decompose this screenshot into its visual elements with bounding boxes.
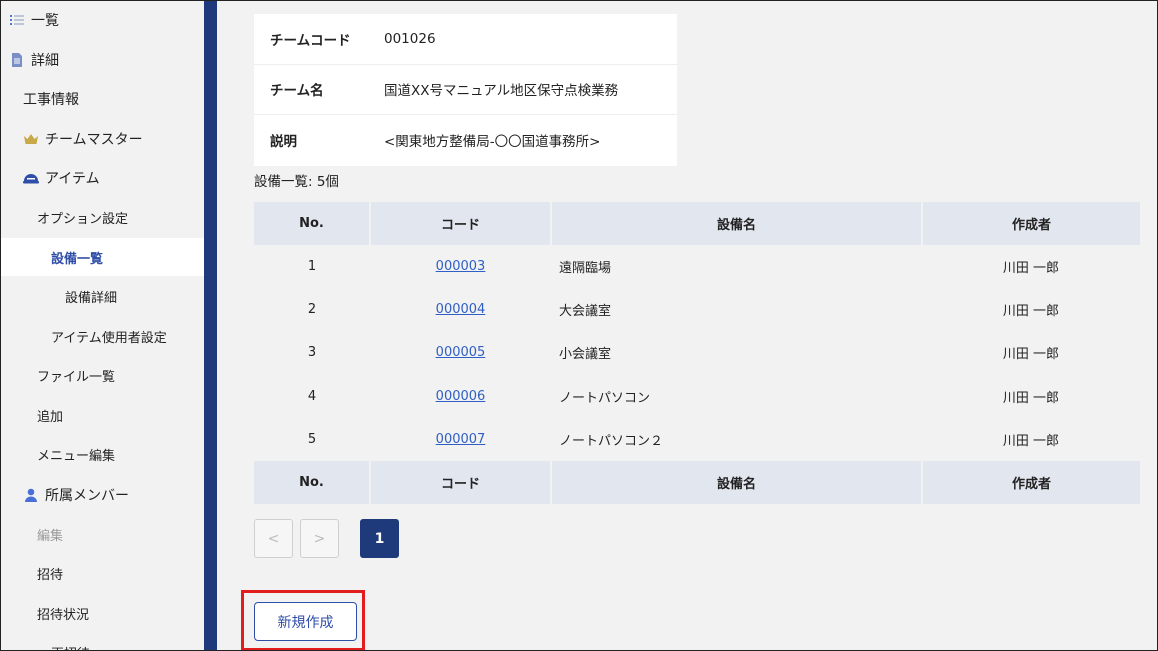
sidebar-item-label: 再招待 (51, 643, 90, 651)
team-desc-row: 説明 <関東地方整備局-〇〇国道事務所> (254, 115, 677, 166)
column-header-author[interactable]: 作成者 (922, 202, 1140, 245)
table-row: 1 000003 遠隔臨場 川田 一郎 (254, 245, 1140, 288)
sidebar-item-detail[interactable]: 詳細 (0, 41, 204, 79)
team-desc-label: 説明 (270, 134, 297, 151)
cell-author: 川田 一郎 (1002, 390, 1060, 406)
equipment-code-link[interactable]: 000003 (436, 259, 486, 274)
column-header-name[interactable]: 設備名 (551, 202, 923, 245)
cell-name: 小会議室 (559, 347, 612, 363)
cell-author: 川田 一郎 (1002, 433, 1060, 449)
cell-author: 川田 一郎 (1002, 304, 1060, 320)
user-icon (23, 487, 39, 503)
equipment-table: No. コード 設備名 作成者 1 000003 遠隔臨場 川田 一郎 2 00… (254, 202, 1140, 504)
cell-code: 000004 (370, 288, 551, 331)
team-code-label: チームコード (270, 32, 351, 49)
equipment-count: 設備一覧: 5個 (254, 174, 339, 190)
sidebar-item-label: 招待 (37, 567, 64, 583)
equipment-code-link[interactable]: 000004 (436, 302, 486, 317)
sidebar-item-label: メニュー編集 (37, 448, 116, 464)
column-footer-no: No. (254, 460, 371, 504)
sidebar-item-equipment-detail[interactable]: 設備詳細 (0, 277, 204, 315)
cell-no: 2 (307, 302, 317, 318)
cell-author: 川田 一郎 (1002, 261, 1060, 277)
sidebar-item-item-user-settings[interactable]: アイテム使用者設定 (0, 317, 204, 355)
table-header-row: No. コード 設備名 作成者 (254, 202, 1140, 245)
sidebar-item-option-settings[interactable]: オプション設定 (0, 198, 204, 236)
sidebar-item-members[interactable]: 所属メンバー (0, 476, 204, 514)
team-code-row: チームコード 001026 (254, 14, 677, 65)
cell-code: 000006 (370, 375, 551, 418)
document-icon (9, 52, 25, 68)
cell-code: 000005 (370, 331, 551, 374)
sidebar-item-edit[interactable]: 編集 (0, 515, 204, 553)
sidebar-item-list[interactable]: 一覧 (0, 1, 204, 39)
crown-icon (23, 131, 39, 147)
page-1-button[interactable]: 1 (360, 519, 399, 558)
sidebar-item-team-master[interactable]: チームマスター (0, 120, 204, 158)
sidebar-item-label: チームマスター (45, 132, 143, 148)
sidebar-item-label: 設備詳細 (65, 290, 118, 306)
sidebar: 一覧 詳細 工事情報 チームマスター アイテム オプション設定 設備一覧 設備詳… (0, 0, 204, 651)
team-name-row: チーム名 国道XX号マニュアル地区保守点検業務 (254, 65, 677, 116)
prev-page-button[interactable]: < (254, 519, 293, 558)
sidebar-item-menu-edit[interactable]: メニュー編集 (0, 435, 204, 473)
table-row: 5 000007 ノートパソコン２ 川田 一郎 (254, 418, 1140, 461)
table-footer-row: No. コード 設備名 作成者 (254, 460, 1140, 504)
helmet-icon (23, 170, 39, 186)
column-footer-code: コード (370, 460, 552, 504)
sidebar-item-label: 詳細 (31, 53, 59, 69)
sidebar-item-item[interactable]: アイテム (0, 159, 204, 197)
next-page-button[interactable]: > (300, 519, 339, 558)
cell-author: 川田 一郎 (1002, 347, 1060, 363)
sidebar-item-invite[interactable]: 招待 (0, 554, 204, 592)
team-desc-value: <関東地方整備局-〇〇国道事務所> (384, 134, 601, 151)
cell-name: ノートパソコン (559, 390, 651, 406)
sidebar-item-label: 工事情報 (23, 92, 79, 108)
equipment-code-link[interactable]: 000007 (436, 432, 486, 447)
column-header-no[interactable]: No. (254, 202, 371, 245)
pagination: < > 1 (254, 519, 399, 558)
sidebar-item-label: アイテム使用者設定 (51, 330, 167, 346)
equipment-code-link[interactable]: 000006 (436, 389, 486, 404)
sidebar-item-label: 設備一覧 (51, 251, 104, 267)
table-row: 2 000004 大会議室 川田 一郎 (254, 288, 1140, 331)
cell-name: 遠隔臨場 (559, 261, 612, 277)
team-name-label: チーム名 (270, 83, 324, 100)
team-name-value: 国道XX号マニュアル地区保守点検業務 (384, 83, 619, 100)
sidebar-item-label: 追加 (37, 409, 64, 425)
sidebar-item-label: オプション設定 (37, 211, 129, 227)
sidebar-item-reinvite[interactable]: 再招待 (0, 633, 204, 651)
sidebar-item-add[interactable]: 追加 (0, 396, 204, 434)
cell-name: 大会議室 (559, 304, 612, 320)
team-info-card: チームコード 001026 チーム名 国道XX号マニュアル地区保守点検業務 説明… (254, 14, 677, 166)
cell-no: 1 (307, 259, 317, 275)
cell-no: 4 (307, 388, 317, 404)
table-row: 3 000005 小会議室 川田 一郎 (254, 331, 1140, 374)
sidebar-item-label: 編集 (37, 528, 64, 544)
sidebar-divider (204, 0, 217, 651)
main-content: チームコード 001026 チーム名 国道XX号マニュアル地区保守点検業務 説明… (217, 0, 1158, 651)
column-footer-name: 設備名 (551, 460, 923, 504)
column-header-code[interactable]: コード (370, 202, 552, 245)
sidebar-item-label: アイテム (45, 171, 100, 187)
sidebar-item-label: ファイル一覧 (37, 369, 116, 385)
team-code-value: 001026 (384, 30, 436, 47)
sidebar-item-label: 一覧 (31, 13, 59, 29)
list-icon (9, 12, 25, 28)
sidebar-item-invite-status[interactable]: 招待状況 (0, 594, 204, 632)
cell-name: ノートパソコン２ (559, 433, 664, 449)
cell-code: 000007 (370, 418, 551, 461)
cell-no: 5 (307, 431, 317, 447)
sidebar-item-construction-info[interactable]: 工事情報 (0, 80, 204, 118)
column-footer-author: 作成者 (922, 460, 1140, 504)
table-row: 4 000006 ノートパソコン 川田 一郎 (254, 375, 1140, 418)
sidebar-item-label: 所属メンバー (45, 488, 129, 504)
new-create-button[interactable]: 新規作成 (254, 602, 357, 641)
cell-code: 000003 (370, 245, 551, 288)
sidebar-item-equipment-list[interactable]: 設備一覧 (0, 238, 204, 276)
sidebar-item-label: 招待状況 (37, 607, 90, 623)
cell-no: 3 (307, 345, 317, 361)
equipment-code-link[interactable]: 000005 (436, 345, 486, 360)
sidebar-item-file-list[interactable]: ファイル一覧 (0, 356, 204, 394)
